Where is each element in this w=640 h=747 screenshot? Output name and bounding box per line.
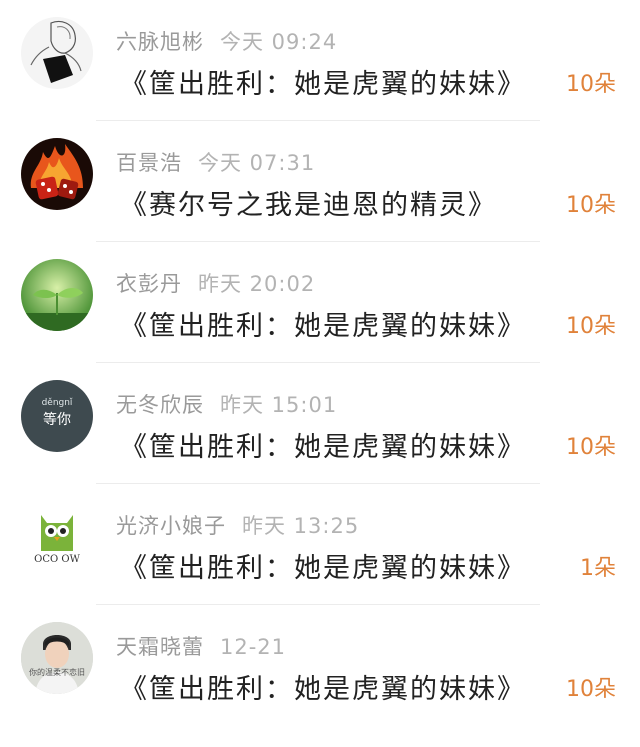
book-title[interactable]: 《筐出胜利：她是虎翼的妹妹》 — [120, 667, 526, 706]
book-title[interactable]: 《筐出胜利：她是虎翼的妹妹》 — [120, 546, 526, 585]
book-title[interactable]: 《筐出胜利：她是虎翼的妹妹》 — [120, 62, 526, 101]
book-title[interactable]: 《筐出胜利：她是虎翼的妹妹》 — [120, 304, 526, 343]
gift-record-list: 六脉旭彬 今天 09:24 《筐出胜利：她是虎翼的妹妹》 10朵 百景浩 今天 07… — [0, 0, 640, 747]
username[interactable]: 天霜晓蕾 — [116, 635, 204, 659]
meta-line: 六脉旭彬 今天 09:24 — [116, 26, 337, 56]
book-title[interactable]: 《筐出胜利：她是虎翼的妹妹》 — [120, 425, 526, 464]
flower-count: 10朵 — [566, 72, 616, 97]
username[interactable]: 光济小娘子 — [116, 514, 226, 538]
list-item[interactable]: 你的温柔不恋旧 天霜晓蕾 12-21 《筐出胜利：她是虎翼的妹妹》 10朵 — [0, 605, 640, 726]
list-item[interactable]: 百景浩 今天 07:31 《赛尔号之我是迪恩的精灵》 10朵 — [0, 121, 640, 242]
username[interactable]: 百景浩 — [116, 151, 182, 175]
boy-photo-avatar-icon — [21, 622, 93, 694]
meta-line: 百景浩 今天 07:31 — [116, 147, 315, 177]
meta-line: 天霜晓蕾 12-21 — [116, 631, 286, 661]
fire-dice-avatar-icon — [21, 138, 93, 210]
avatar-caption: OCO OW — [34, 554, 80, 565]
avatar-caption-pinyin: děngnǐ — [41, 398, 73, 408]
list-item[interactable]: 衣彭丹 昨天 20:02 《筐出胜利：她是虎翼的妹妹》 10朵 — [0, 242, 640, 363]
list-item[interactable]: 六脉旭彬 今天 09:24 《筐出胜利：她是虎翼的妹妹》 10朵 — [0, 0, 640, 121]
username[interactable]: 无冬欣辰 — [116, 393, 204, 417]
timestamp: 今天 09:24 — [220, 30, 338, 54]
sketch-person-avatar-icon — [21, 17, 93, 89]
timestamp: 昨天 20:02 — [198, 272, 316, 296]
timestamp: 今天 07:31 — [198, 151, 316, 175]
flower-count: 10朵 — [566, 435, 616, 460]
avatar-caption: 等你 — [43, 412, 71, 428]
avatar[interactable] — [21, 138, 93, 210]
green-sprout-avatar-icon — [21, 259, 93, 331]
avatar[interactable]: děngnǐ 等你 — [21, 380, 93, 452]
avatar[interactable] — [21, 17, 93, 89]
avatar[interactable] — [21, 259, 93, 331]
timestamp: 12-21 — [220, 635, 287, 659]
flower-count: 10朵 — [566, 193, 616, 218]
meta-line: 无冬欣辰 昨天 15:01 — [116, 389, 337, 419]
avatar[interactable]: OCO OW — [21, 501, 93, 573]
username[interactable]: 衣彭丹 — [116, 272, 182, 296]
meta-line: 光济小娘子 昨天 13:25 — [116, 510, 359, 540]
flower-count: 10朵 — [566, 677, 616, 702]
meta-line: 衣彭丹 昨天 20:02 — [116, 268, 315, 298]
list-item[interactable]: děngnǐ 等你 无冬欣辰 昨天 15:01 《筐出胜利：她是虎翼的妹妹》 10… — [0, 363, 640, 484]
avatar-caption: 你的温柔不恋旧 — [29, 668, 85, 677]
flower-count: 10朵 — [566, 314, 616, 339]
timestamp: 昨天 15:01 — [220, 393, 338, 417]
list-item[interactable]: OCO OW 光济小娘子 昨天 13:25 《筐出胜利：她是虎翼的妹妹》 1朵 — [0, 484, 640, 605]
username[interactable]: 六脉旭彬 — [116, 30, 204, 54]
timestamp: 昨天 13:25 — [242, 514, 360, 538]
flower-count: 1朵 — [580, 556, 616, 581]
book-title[interactable]: 《赛尔号之我是迪恩的精灵》 — [120, 183, 497, 222]
avatar[interactable]: 你的温柔不恋旧 — [21, 622, 93, 694]
